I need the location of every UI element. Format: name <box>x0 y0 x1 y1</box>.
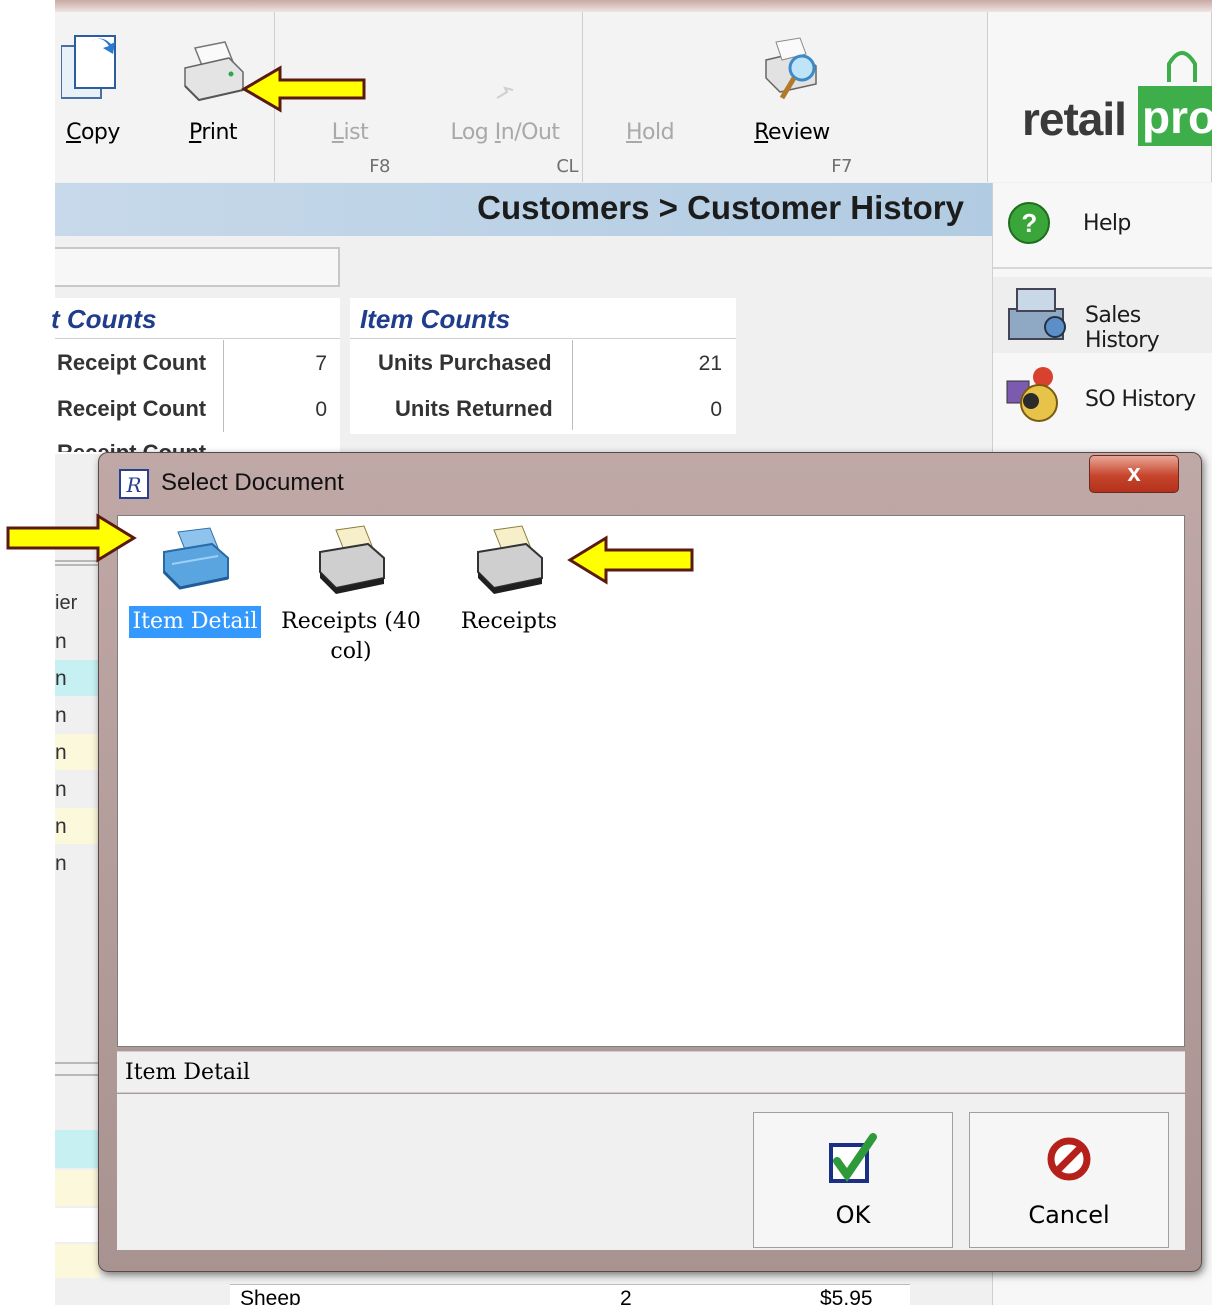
cancel-icon <box>1047 1137 1091 1181</box>
hold-label: Hold <box>625 120 675 145</box>
divider <box>55 338 340 339</box>
price-cell: $5.95 <box>820 1287 873 1305</box>
copy-icon <box>61 35 116 99</box>
item-cell: Sheep <box>240 1287 301 1305</box>
sales-history-label: Sales History <box>1085 303 1160 353</box>
table-cell: n <box>55 704 67 727</box>
copy-button[interactable]: Copy <box>55 12 125 182</box>
item-counts-panel: Item Counts Units Purchased 21 Units Ret… <box>350 298 736 434</box>
divider <box>223 340 224 432</box>
units-returned-value: 0 <box>710 398 722 421</box>
dialog-button-area: OK Cancel <box>117 1094 1185 1250</box>
divider <box>350 338 736 339</box>
printer-icon <box>184 41 244 102</box>
document-label: Receipts (40 col) <box>281 609 421 664</box>
cash-register-icon <box>1008 288 1066 340</box>
divider <box>572 340 573 430</box>
list-label: List <box>331 120 369 145</box>
units-returned-label: Units Returned <box>395 396 553 421</box>
document-label: Receipts <box>460 609 558 634</box>
receipt-counts-title: t Counts <box>51 304 157 334</box>
print-label: Print <box>188 120 238 145</box>
divider <box>993 267 1212 269</box>
table-row: Sheep 2 $5.95 <box>230 1284 910 1305</box>
table-cell: n <box>55 815 67 838</box>
receipt-count-value: 7 <box>315 352 327 375</box>
help-icon: ? <box>1008 202 1050 244</box>
total-receipt-count-label: Receipt Count <box>57 440 206 452</box>
ok-label: OK <box>835 1201 871 1229</box>
review-icon <box>765 37 817 100</box>
log-in-out-button[interactable]: Log In/Out CL <box>430 12 580 182</box>
log-in-out-shortcut: CL <box>556 156 578 177</box>
brand-retail: retail <box>1022 93 1127 145</box>
document-receipts-40-col[interactable]: Receipts (40 col) <box>276 524 426 668</box>
printer-icon <box>319 525 385 594</box>
item-counts-title: Item Counts <box>360 304 511 334</box>
document-list: Item Detail Receipts (40 col) Receipts <box>117 515 1185 1047</box>
table-cell: n <box>55 778 67 801</box>
table-cell: n <box>55 630 67 653</box>
sales-history-button[interactable]: Sales History <box>993 277 1212 353</box>
svg-text:?: ? <box>1021 208 1036 238</box>
units-purchased-value: 21 <box>698 352 722 375</box>
checkmark-icon <box>829 1133 877 1183</box>
table-row <box>55 1244 100 1278</box>
list-shortcut: F8 <box>369 156 390 177</box>
window-top-border <box>55 0 1212 12</box>
close-button[interactable]: x <box>1089 455 1179 493</box>
table-cell: n <box>55 667 67 690</box>
document-label: Item Detail <box>129 606 261 638</box>
returned-receipt-count-value: 0 <box>315 398 327 421</box>
printer-icon <box>477 525 543 594</box>
page-title: Customers > Customer History <box>477 189 964 226</box>
retail-pro-logo: retail pro <box>1022 48 1212 158</box>
annotation-arrow-icon <box>6 513 137 563</box>
annotation-arrow-icon <box>567 535 694 585</box>
document-item-detail[interactable]: Item Detail <box>120 524 270 638</box>
dialog-title: Select Document <box>161 469 344 496</box>
breadcrumb: Customers > Customer History <box>55 183 992 236</box>
table-cell: n <box>55 852 67 875</box>
selected-document-status: Item Detail <box>117 1051 1185 1093</box>
cashier-column-header: ier <box>55 592 78 614</box>
svg-text:R: R <box>125 473 141 497</box>
units-purchased-label: Units Purchased <box>378 350 552 375</box>
help-label: Help <box>1083 211 1131 236</box>
table-cell: n <box>55 741 67 764</box>
log-in-out-icon <box>496 86 514 99</box>
table-row <box>55 1208 100 1242</box>
qty-cell: 2 <box>620 1287 632 1305</box>
grid-splitter <box>55 1062 100 1076</box>
printer-icon <box>162 527 229 590</box>
receipt-count-label: Receipt Count <box>57 350 207 375</box>
so-history-button[interactable]: SO History <box>993 359 1212 435</box>
review-button[interactable]: Review F7 <box>732 12 852 182</box>
cancel-button[interactable]: Cancel <box>969 1112 1169 1248</box>
brand-pro: pro <box>1138 86 1212 146</box>
review-shortcut: F7 <box>831 156 852 177</box>
ok-button[interactable]: OK <box>753 1112 953 1248</box>
returned-receipt-count-label: Receipt Count <box>57 396 207 421</box>
copy-label: Copy <box>66 120 120 145</box>
cancel-label: Cancel <box>1028 1201 1110 1229</box>
so-history-icon <box>1006 367 1058 422</box>
bag-handle-icon <box>1167 51 1197 82</box>
customer-field[interactable] <box>55 247 340 287</box>
help-button[interactable]: ? Help <box>993 197 1212 257</box>
annotation-arrow-icon <box>241 65 366 113</box>
log-in-out-label: Log In/Out <box>450 120 560 145</box>
receipt-counts-panel: t Counts Receipt Count 7 Receipt Count 0… <box>51 298 340 454</box>
document-receipts[interactable]: Receipts <box>434 524 584 638</box>
review-label: Review <box>754 120 830 145</box>
table-row <box>55 1170 100 1206</box>
so-history-label: SO History <box>1085 387 1196 412</box>
table-row <box>55 1130 100 1168</box>
app-icon: R <box>119 469 149 499</box>
hold-button[interactable]: Hold <box>608 12 692 182</box>
